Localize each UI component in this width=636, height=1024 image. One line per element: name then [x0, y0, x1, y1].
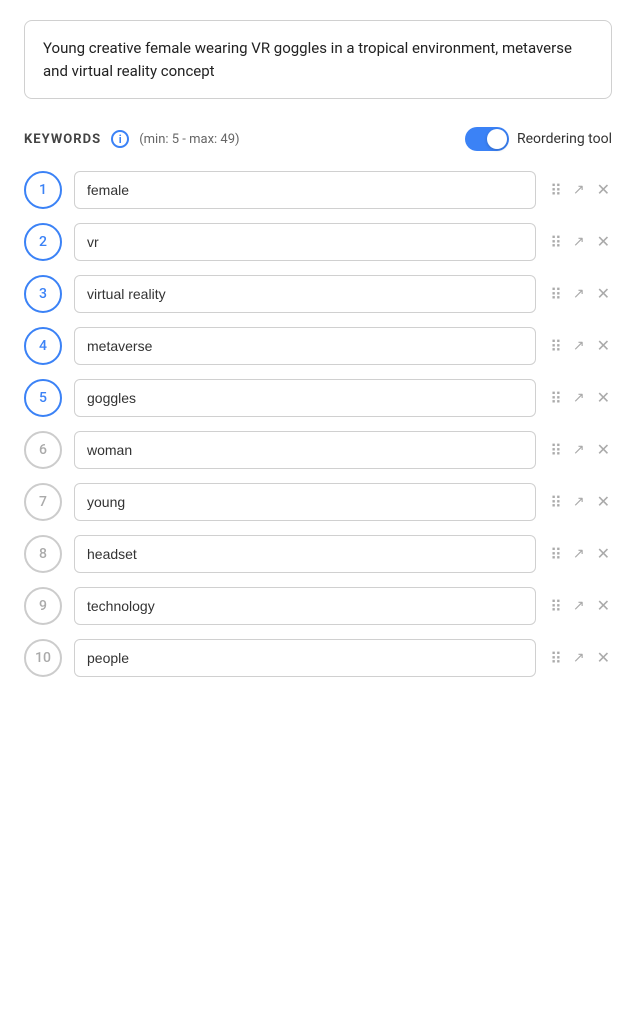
drag-handle-icon[interactable]: ⠿ — [548, 337, 563, 356]
keyword-input-7[interactable] — [74, 483, 536, 521]
remove-keyword-button[interactable]: ✕ — [595, 390, 612, 406]
move-up-icon[interactable]: ↗ — [571, 234, 587, 250]
move-up-icon[interactable]: ↗ — [571, 338, 587, 354]
keywords-label: KEYWORDS — [24, 132, 101, 147]
keyword-input-8[interactable] — [74, 535, 536, 573]
keyword-input-4[interactable] — [74, 327, 536, 365]
keyword-actions-8: ⠿ ↗ ✕ — [548, 545, 612, 564]
keyword-actions-2: ⠿ ↗ ✕ — [548, 233, 612, 252]
keyword-row: 10 ⠿ ↗ ✕ — [24, 639, 612, 677]
reordering-tool-wrapper: Reordering tool — [465, 127, 612, 151]
keyword-number-4: 4 — [24, 327, 62, 365]
move-up-icon[interactable]: ↗ — [571, 546, 587, 562]
remove-keyword-button[interactable]: ✕ — [595, 546, 612, 562]
keywords-range: (min: 5 - max: 49) — [139, 132, 239, 147]
keyword-actions-7: ⠿ ↗ ✕ — [548, 493, 612, 512]
drag-handle-icon[interactable]: ⠿ — [548, 493, 563, 512]
keyword-actions-6: ⠿ ↗ ✕ — [548, 441, 612, 460]
keyword-actions-5: ⠿ ↗ ✕ — [548, 389, 612, 408]
reordering-toggle-label: Reordering tool — [517, 131, 612, 147]
keyword-actions-4: ⠿ ↗ ✕ — [548, 337, 612, 356]
keyword-input-5[interactable] — [74, 379, 536, 417]
keyword-number-2: 2 — [24, 223, 62, 261]
keyword-input-6[interactable] — [74, 431, 536, 469]
keyword-row: 6 ⠿ ↗ ✕ — [24, 431, 612, 469]
move-up-icon[interactable]: ↗ — [571, 442, 587, 458]
keywords-list: 1 ⠿ ↗ ✕ 2 ⠿ ↗ ✕ 3 ⠿ ↗ ✕ 4 ⠿ ↗ ✕ 5 — [24, 171, 612, 677]
keyword-number-3: 3 — [24, 275, 62, 313]
move-up-icon[interactable]: ↗ — [571, 390, 587, 406]
move-up-icon[interactable]: ↗ — [571, 650, 587, 666]
keywords-header: KEYWORDS i (min: 5 - max: 49) Reordering… — [24, 127, 612, 151]
keyword-row: 7 ⠿ ↗ ✕ — [24, 483, 612, 521]
keyword-actions-9: ⠿ ↗ ✕ — [548, 597, 612, 616]
drag-handle-icon[interactable]: ⠿ — [548, 441, 563, 460]
keyword-number-9: 9 — [24, 587, 62, 625]
keyword-actions-1: ⠿ ↗ ✕ — [548, 181, 612, 200]
remove-keyword-button[interactable]: ✕ — [595, 442, 612, 458]
remove-keyword-button[interactable]: ✕ — [595, 234, 612, 250]
keyword-row: 4 ⠿ ↗ ✕ — [24, 327, 612, 365]
drag-handle-icon[interactable]: ⠿ — [548, 233, 563, 252]
keyword-input-3[interactable] — [74, 275, 536, 313]
keyword-actions-3: ⠿ ↗ ✕ — [548, 285, 612, 304]
keyword-number-10: 10 — [24, 639, 62, 677]
keyword-number-8: 8 — [24, 535, 62, 573]
drag-handle-icon[interactable]: ⠿ — [548, 545, 563, 564]
keyword-row: 3 ⠿ ↗ ✕ — [24, 275, 612, 313]
drag-handle-icon[interactable]: ⠿ — [548, 649, 563, 668]
description-text: Young creative female wearing VR goggles… — [24, 20, 612, 99]
drag-handle-icon[interactable]: ⠿ — [548, 389, 563, 408]
keyword-row: 8 ⠿ ↗ ✕ — [24, 535, 612, 573]
keyword-input-9[interactable] — [74, 587, 536, 625]
move-up-icon[interactable]: ↗ — [571, 286, 587, 302]
keyword-number-6: 6 — [24, 431, 62, 469]
move-up-icon[interactable]: ↗ — [571, 182, 587, 198]
keyword-input-10[interactable] — [74, 639, 536, 677]
keyword-row: 5 ⠿ ↗ ✕ — [24, 379, 612, 417]
move-up-icon[interactable]: ↗ — [571, 598, 587, 614]
keyword-row: 1 ⠿ ↗ ✕ — [24, 171, 612, 209]
keyword-number-5: 5 — [24, 379, 62, 417]
drag-handle-icon[interactable]: ⠿ — [548, 181, 563, 200]
remove-keyword-button[interactable]: ✕ — [595, 182, 612, 198]
keyword-number-7: 7 — [24, 483, 62, 521]
move-up-icon[interactable]: ↗ — [571, 494, 587, 510]
remove-keyword-button[interactable]: ✕ — [595, 598, 612, 614]
reordering-toggle[interactable] — [465, 127, 509, 151]
info-icon[interactable]: i — [111, 130, 129, 148]
keyword-actions-10: ⠿ ↗ ✕ — [548, 649, 612, 668]
remove-keyword-button[interactable]: ✕ — [595, 338, 612, 354]
drag-handle-icon[interactable]: ⠿ — [548, 597, 563, 616]
keyword-row: 9 ⠿ ↗ ✕ — [24, 587, 612, 625]
keyword-input-2[interactable] — [74, 223, 536, 261]
remove-keyword-button[interactable]: ✕ — [595, 650, 612, 666]
remove-keyword-button[interactable]: ✕ — [595, 286, 612, 302]
keyword-row: 2 ⠿ ↗ ✕ — [24, 223, 612, 261]
drag-handle-icon[interactable]: ⠿ — [548, 285, 563, 304]
remove-keyword-button[interactable]: ✕ — [595, 494, 612, 510]
keyword-input-1[interactable] — [74, 171, 536, 209]
keyword-number-1: 1 — [24, 171, 62, 209]
